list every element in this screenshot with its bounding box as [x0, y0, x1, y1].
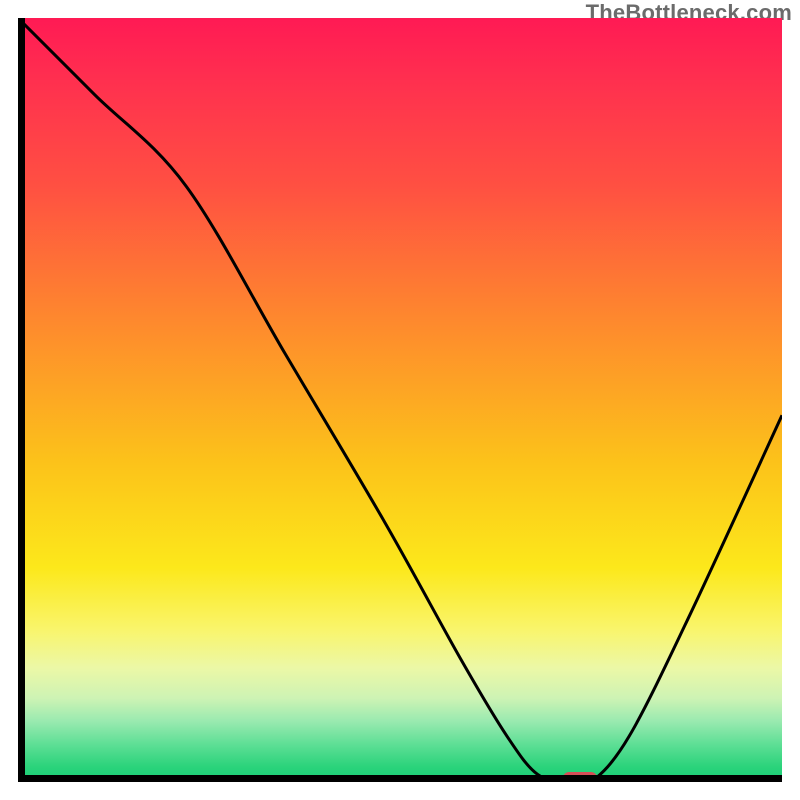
- bottleneck-chart: TheBottleneck.com: [0, 0, 800, 800]
- plot-area: [18, 18, 782, 782]
- y-axis: [18, 18, 25, 782]
- bottleneck-curve: [18, 18, 782, 782]
- curve-path: [18, 18, 782, 782]
- x-axis: [18, 775, 782, 782]
